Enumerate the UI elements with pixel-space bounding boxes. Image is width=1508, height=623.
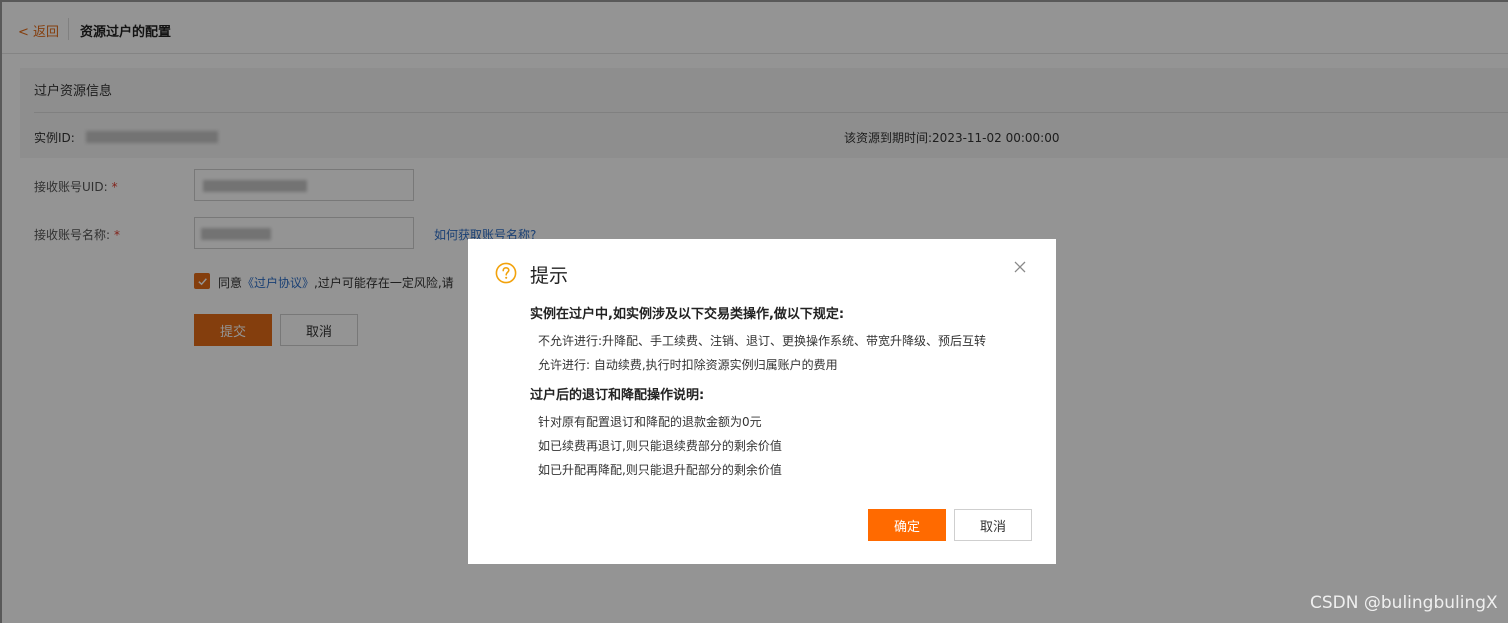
watermark: CSDN @bulingbulingX: [1310, 593, 1498, 613]
rule-item: 允许进行: 自动续费,执行时扣除资源实例归属账户的费用: [538, 358, 838, 372]
refund-heading: 过户后的退订和降配操作说明:: [530, 388, 705, 403]
close-icon[interactable]: [1011, 258, 1029, 276]
refund-item: 如已续费再退订,则只能退续费部分的剩余价值: [538, 439, 782, 453]
question-circle-icon: [495, 262, 517, 284]
confirm-button[interactable]: 确定: [868, 509, 946, 541]
rule-item: 不允许进行:升降配、手工续费、注销、退订、更换操作系统、带宽升降级、预后互转: [538, 334, 987, 348]
refund-item: 针对原有配置退订和降配的退款金额为0元: [538, 415, 762, 429]
rules-heading: 实例在过户中,如实例涉及以下交易类操作,做以下规定:: [530, 307, 845, 322]
dialog-title: 提示: [530, 265, 569, 287]
refund-item: 如已升配再降配,则只能退升配部分的剩余价值: [538, 463, 782, 477]
dialog-cancel-button[interactable]: 取消: [954, 509, 1032, 541]
tip-dialog: 提示 实例在过户中,如实例涉及以下交易类操作,做以下规定: 不允许进行:升降配、…: [468, 239, 1056, 564]
